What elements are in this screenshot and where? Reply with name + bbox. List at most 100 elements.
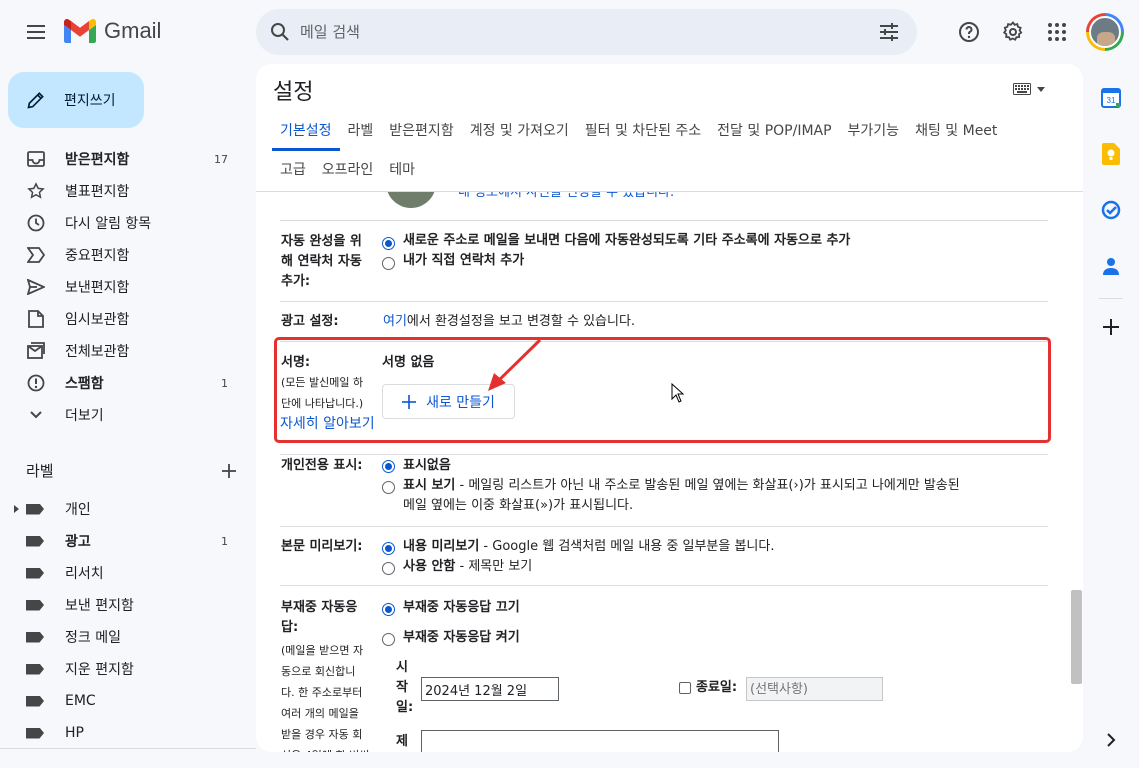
label-item-7[interactable]: HP: [0, 717, 248, 749]
start-date-input[interactable]: [421, 677, 559, 701]
settings-tabs: 기본설정 라벨 받은편지함 계정 및 가져오기 필터 및 차단된 주소 전달 및 POP/…: [272, 112, 1062, 190]
star-icon: [26, 181, 46, 201]
end-date-input[interactable]: [746, 677, 883, 701]
settings-button[interactable]: [997, 16, 1029, 48]
tab-tabs_row1-3[interactable]: 계정 및 가져오기: [462, 112, 577, 151]
tabs-row-1: 기본설정 라벨 받은편지함 계정 및 가져오기 필터 및 차단된 주소 전달 및 POP/…: [272, 112, 1062, 151]
snippets-off-radio[interactable]: [382, 562, 395, 575]
help-button[interactable]: [953, 16, 985, 48]
nav-item-5[interactable]: 임시보관함: [0, 303, 248, 335]
get-addons-button[interactable]: [1091, 307, 1131, 347]
input-tools-button[interactable]: [1013, 83, 1045, 95]
end-date-checkbox[interactable]: [679, 682, 691, 694]
vacation-off-radio[interactable]: [382, 603, 395, 616]
label-item-3[interactable]: 보낸 편지함: [0, 589, 248, 621]
apps-grid-icon: [1048, 23, 1066, 41]
nav-item-3[interactable]: 중요편지함: [0, 239, 248, 271]
vacation-description-line: 신은 4일에 한 번씩: [281, 745, 369, 752]
nav-item-label: 스팸함: [65, 376, 104, 392]
autocomplete-label-2: 해 연락처 자동: [281, 254, 362, 269]
nav-item-6[interactable]: 전체보관함: [0, 335, 248, 367]
autocomplete-auto-radio[interactable]: [382, 237, 395, 250]
end-date-label: 종료일:: [696, 680, 738, 695]
nav-item-2[interactable]: 다시 알림 항목: [0, 207, 248, 239]
nav-item-7[interactable]: 스팸함 1: [0, 367, 248, 399]
top-bar: Gmail: [0, 0, 1139, 64]
tab-tabs_row2-1[interactable]: 오프라인: [314, 151, 382, 190]
label-item-0[interactable]: 개인: [0, 493, 248, 525]
indicators-off-radio[interactable]: [382, 460, 395, 473]
contacts-app-button[interactable]: [1091, 238, 1131, 294]
tab-tabs_row1-5[interactable]: 전달 및 POP/IMAP: [709, 112, 839, 151]
expand-caret-icon[interactable]: [14, 505, 19, 513]
compose-label: 편지쓰기: [64, 93, 116, 109]
label-item-1[interactable]: 광고 1: [0, 525, 248, 557]
label-tag-icon: [26, 599, 44, 611]
menu-icon: [27, 25, 45, 27]
tab-tabs_row1-7[interactable]: 채팅 및 Meet: [907, 112, 1005, 151]
ads-settings-link[interactable]: 여기: [383, 314, 407, 329]
label-item-6[interactable]: EMC: [0, 685, 248, 717]
page-title: 설정: [273, 80, 314, 105]
gear-icon: [1002, 21, 1023, 41]
labels-list: 개인 광고 1 리서치보낸 편지함정크 메일지운 편지함 EMC HP: [0, 493, 248, 749]
label-item-4[interactable]: 정크 메일: [0, 621, 248, 653]
gmail-logo[interactable]: Gmail: [64, 18, 161, 44]
label-item-label: 광고: [65, 534, 91, 550]
label-item-2[interactable]: 리서치: [0, 557, 248, 589]
vacation-on-radio[interactable]: [382, 633, 395, 646]
inbox-icon: [26, 149, 46, 169]
label-item-label: 정크 메일: [65, 630, 121, 646]
draft-icon: [26, 309, 46, 329]
tab-tabs_row1-2[interactable]: 받은편지함: [381, 112, 461, 151]
tab-tabs_row1-4[interactable]: 필터 및 차단된 주소: [577, 112, 709, 151]
calendar-app-button[interactable]: 31: [1091, 70, 1131, 126]
label-tag-icon: [26, 535, 44, 547]
compose-button[interactable]: 편지쓰기: [8, 72, 144, 128]
label-item-5[interactable]: 지운 편지함: [0, 653, 248, 685]
tab-tabs_row2-0[interactable]: 고급: [272, 151, 314, 190]
vacation-description-line: 받을 경우 자동 회: [281, 728, 363, 741]
label-tag-icon: [26, 695, 44, 707]
nav-item-8[interactable]: 더보기: [0, 399, 248, 431]
nav-item-1[interactable]: 별표편지함: [0, 175, 248, 207]
main-menu-button[interactable]: [16, 14, 56, 50]
vacation-label-1: 부재중 자동응: [281, 600, 358, 615]
apps-button[interactable]: [1041, 16, 1073, 48]
label-tag-icon: [26, 663, 44, 675]
search-input[interactable]: [300, 19, 860, 45]
snippets-on-radio[interactable]: [382, 542, 395, 555]
tab-tabs_row1-0[interactable]: 기본설정: [272, 112, 340, 151]
nav-item-0[interactable]: 받은편지함 17: [0, 143, 248, 175]
nav-item-label: 받은편지함: [65, 152, 130, 168]
nav-item-4[interactable]: 보낸편지함: [0, 271, 248, 303]
start-label-2: 작: [396, 680, 408, 695]
search-icon[interactable]: [268, 20, 292, 44]
autocomplete-label-3: 추가:: [281, 274, 311, 289]
search-options-icon[interactable]: [877, 20, 901, 44]
label-item-label: 보낸 편지함: [65, 598, 134, 614]
subject-input[interactable]: [421, 730, 779, 752]
search-bar[interactable]: [256, 9, 917, 55]
indicators-on-radio[interactable]: [382, 481, 395, 494]
contacts-icon: [1103, 258, 1119, 275]
tasks-app-button[interactable]: [1091, 182, 1131, 238]
vacation-description-line: 여러 개의 메일을: [281, 707, 359, 720]
add-label-icon[interactable]: [222, 463, 236, 478]
vacation-description-line: (메일을 받으면 자: [281, 644, 364, 657]
autocomplete-manual-radio[interactable]: [382, 257, 395, 270]
account-avatar[interactable]: [1086, 13, 1124, 51]
important-icon: [26, 245, 46, 265]
chevron-right-icon[interactable]: [1105, 733, 1117, 747]
svg-text:31: 31: [1107, 96, 1116, 105]
label-item-label: 지운 편지함: [65, 662, 134, 678]
ads-text: 여기에서 환경설정을 보고 변경할 수 있습니다.: [383, 314, 636, 329]
keep-app-button[interactable]: [1091, 126, 1131, 182]
settings-scrollbar[interactable]: [1071, 590, 1082, 684]
labels-title: 라벨: [26, 462, 54, 480]
tab-tabs_row1-1[interactable]: 라벨: [340, 112, 382, 151]
label-item-label: EMC: [65, 693, 96, 709]
tab-tabs_row1-6[interactable]: 부가기능: [840, 112, 908, 151]
label-tag-icon: [26, 567, 44, 579]
tab-tabs_row2-2[interactable]: 테마: [381, 151, 423, 190]
